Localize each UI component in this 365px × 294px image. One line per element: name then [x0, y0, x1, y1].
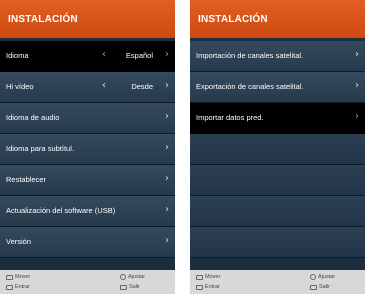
chevron-right-icon[interactable]: › [355, 49, 359, 60]
chevron-right-icon[interactable]: › [165, 49, 169, 60]
empty-row [190, 165, 365, 196]
menu-item-label: Importar datos pred. [196, 113, 264, 122]
menu-item-label: Actualización del software (USB) [6, 206, 116, 215]
menu-item-label: Hi vídeo [6, 82, 34, 91]
help-footer: Mover Entrar Ajustar Salir [190, 270, 365, 294]
exit-icon [120, 284, 127, 290]
footer-hint-exit: Salir [310, 284, 330, 290]
settings-menu: Idioma ‹ Español › Hi vídeo ‹ Desde › Id… [0, 41, 175, 258]
menu-item-label: Idioma para subtítul. [6, 144, 74, 153]
menu-item-import-channels[interactable]: Importación de canales satelital. › [190, 41, 365, 72]
footer-hint-adjust: Ajustar [120, 274, 145, 280]
footer-hint-exit: Salir [120, 284, 140, 290]
ok-button-icon [6, 284, 13, 290]
footer-hint-label: Mover [205, 274, 221, 280]
menu-item-version[interactable]: Versión › [0, 227, 175, 258]
settings-screen-right: INSTALACIÓN Importación de canales satel… [190, 0, 365, 294]
chevron-right-icon[interactable]: › [355, 111, 359, 122]
help-footer: Mover Entrar Ajustar Salir [0, 270, 175, 294]
footer-hint-move: Mover [196, 274, 220, 280]
menu-item-value: Desde [131, 82, 153, 91]
menu-item-export-channels[interactable]: Exportación de canales satelital. › [190, 72, 365, 103]
empty-row [190, 196, 365, 227]
chevron-right-icon[interactable]: › [165, 142, 169, 153]
menu-item-subtitle-language[interactable]: Idioma para subtítul. › [0, 134, 175, 165]
chevron-right-icon[interactable]: › [165, 80, 169, 91]
menu-item-import-default-data[interactable]: Importar datos pred. › [190, 103, 365, 134]
menu-item-hi-video[interactable]: Hi vídeo ‹ Desde › [0, 72, 175, 103]
menu-item-label: Idioma [6, 51, 29, 60]
menu-item-label: Idioma de audio [6, 113, 60, 122]
exit-icon [310, 284, 317, 290]
menu-item-software-update[interactable]: Actualización del software (USB) › [0, 196, 175, 227]
settings-menu: Importación de canales satelital. › Expo… [190, 41, 365, 258]
footer-hint-label: Entrar [205, 284, 220, 290]
screen-header: INSTALACIÓN [190, 0, 365, 38]
footer-hint-label: Entrar [15, 284, 30, 290]
footer-hint-label: Mover [15, 274, 31, 280]
menu-item-reset[interactable]: Restablecer › [0, 165, 175, 196]
chevron-right-icon[interactable]: › [165, 235, 169, 246]
menu-item-label: Exportación de canales satelital. [196, 82, 304, 91]
dpad-icon [6, 274, 13, 280]
menu-item-value: Español [125, 51, 153, 60]
chevron-right-icon[interactable]: › [165, 204, 169, 215]
footer-hint-move: Mover [6, 274, 30, 280]
menu-item-label: Versión [6, 237, 32, 246]
chevron-left-icon[interactable]: ‹ [102, 49, 106, 60]
adjust-icon [310, 274, 316, 280]
footer-hint-enter: Entrar [6, 284, 30, 290]
footer-hint-label: Ajustar [318, 274, 336, 280]
menu-item-idioma[interactable]: Idioma ‹ Español › [0, 41, 175, 72]
empty-row [190, 227, 365, 258]
menu-item-label: Importación de canales satelital. [196, 51, 304, 60]
footer-hint-label: Salir [129, 284, 141, 290]
settings-screen-left: INSTALACIÓN Idioma ‹ Español › Hi vídeo … [0, 0, 175, 294]
page-title: INSTALACIÓN [198, 14, 268, 25]
footer-hint-adjust: Ajustar [310, 274, 335, 280]
screen-header: INSTALACIÓN [0, 0, 175, 38]
empty-row [190, 134, 365, 165]
chevron-right-icon[interactable]: › [165, 111, 169, 122]
adjust-icon [120, 274, 126, 280]
chevron-right-icon[interactable]: › [165, 173, 169, 184]
footer-hint-label: Ajustar [128, 274, 146, 280]
dpad-icon [196, 274, 203, 280]
menu-item-audio-language[interactable]: Idioma de audio › [0, 103, 175, 134]
page-title: INSTALACIÓN [8, 14, 78, 25]
chevron-left-icon[interactable]: ‹ [102, 80, 106, 91]
ok-button-icon [196, 284, 203, 290]
chevron-right-icon[interactable]: › [355, 80, 359, 91]
footer-hint-enter: Entrar [196, 284, 220, 290]
footer-hint-label: Salir [319, 284, 331, 290]
menu-item-label: Restablecer [6, 175, 47, 184]
